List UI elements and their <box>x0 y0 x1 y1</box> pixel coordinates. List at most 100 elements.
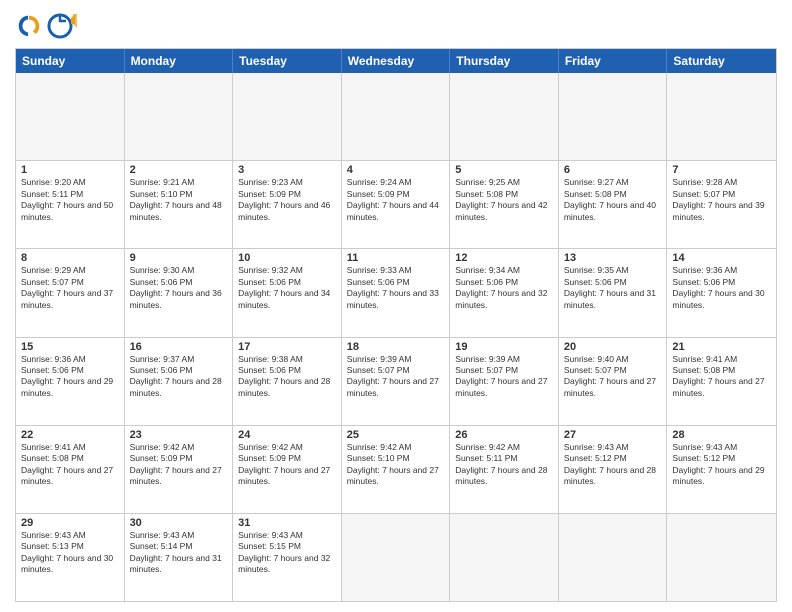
calendar: SundayMondayTuesdayWednesdayThursdayFrid… <box>15 48 777 602</box>
cell-info: Sunrise: 9:42 AMSunset: 5:10 PMDaylight:… <box>347 442 445 488</box>
calendar-cell: 3Sunrise: 9:23 AMSunset: 5:09 PMDaylight… <box>233 161 342 248</box>
calendar-row-0 <box>16 73 776 160</box>
calendar-cell <box>125 73 234 160</box>
logo-text-block <box>47 10 81 42</box>
cell-info: Sunrise: 9:33 AMSunset: 5:06 PMDaylight:… <box>347 265 445 311</box>
calendar-cell: 10Sunrise: 9:32 AMSunset: 5:06 PMDayligh… <box>233 249 342 336</box>
cell-info: Sunrise: 9:32 AMSunset: 5:06 PMDaylight:… <box>238 265 336 311</box>
day-number: 29 <box>21 517 119 529</box>
calendar-cell: 2Sunrise: 9:21 AMSunset: 5:10 PMDaylight… <box>125 161 234 248</box>
day-number: 18 <box>347 341 445 353</box>
cell-info: Sunrise: 9:25 AMSunset: 5:08 PMDaylight:… <box>455 177 553 223</box>
day-number: 3 <box>238 164 336 176</box>
calendar-cell: 25Sunrise: 9:42 AMSunset: 5:10 PMDayligh… <box>342 426 451 513</box>
day-number: 21 <box>672 341 771 353</box>
header-day-tuesday: Tuesday <box>233 49 342 73</box>
header <box>15 10 777 42</box>
cell-info: Sunrise: 9:36 AMSunset: 5:06 PMDaylight:… <box>21 354 119 400</box>
cell-info: Sunrise: 9:40 AMSunset: 5:07 PMDaylight:… <box>564 354 662 400</box>
cell-info: Sunrise: 9:37 AMSunset: 5:06 PMDaylight:… <box>130 354 228 400</box>
calendar-cell: 23Sunrise: 9:42 AMSunset: 5:09 PMDayligh… <box>125 426 234 513</box>
calendar-cell <box>342 514 451 601</box>
day-number: 2 <box>130 164 228 176</box>
calendar-cell <box>559 514 668 601</box>
calendar-cell: 16Sunrise: 9:37 AMSunset: 5:06 PMDayligh… <box>125 338 234 425</box>
page: SundayMondayTuesdayWednesdayThursdayFrid… <box>0 0 792 612</box>
cell-info: Sunrise: 9:21 AMSunset: 5:10 PMDaylight:… <box>130 177 228 223</box>
day-number: 24 <box>238 429 336 441</box>
calendar-row-2: 8Sunrise: 9:29 AMSunset: 5:07 PMDaylight… <box>16 248 776 336</box>
cell-info: Sunrise: 9:29 AMSunset: 5:07 PMDaylight:… <box>21 265 119 311</box>
calendar-cell: 4Sunrise: 9:24 AMSunset: 5:09 PMDaylight… <box>342 161 451 248</box>
cell-info: Sunrise: 9:28 AMSunset: 5:07 PMDaylight:… <box>672 177 771 223</box>
header-day-saturday: Saturday <box>667 49 776 73</box>
day-number: 8 <box>21 252 119 264</box>
header-day-sunday: Sunday <box>16 49 125 73</box>
calendar-cell: 8Sunrise: 9:29 AMSunset: 5:07 PMDaylight… <box>16 249 125 336</box>
day-number: 7 <box>672 164 771 176</box>
day-number: 13 <box>564 252 662 264</box>
cell-info: Sunrise: 9:36 AMSunset: 5:06 PMDaylight:… <box>672 265 771 311</box>
cell-info: Sunrise: 9:43 AMSunset: 5:13 PMDaylight:… <box>21 530 119 576</box>
calendar-cell <box>559 73 668 160</box>
day-number: 27 <box>564 429 662 441</box>
calendar-cell: 31Sunrise: 9:43 AMSunset: 5:15 PMDayligh… <box>233 514 342 601</box>
cell-info: Sunrise: 9:41 AMSunset: 5:08 PMDaylight:… <box>21 442 119 488</box>
day-number: 10 <box>238 252 336 264</box>
day-number: 9 <box>130 252 228 264</box>
calendar-row-1: 1Sunrise: 9:20 AMSunset: 5:11 PMDaylight… <box>16 160 776 248</box>
day-number: 15 <box>21 341 119 353</box>
calendar-cell <box>667 514 776 601</box>
calendar-cell <box>667 73 776 160</box>
header-day-thursday: Thursday <box>450 49 559 73</box>
calendar-cell: 11Sunrise: 9:33 AMSunset: 5:06 PMDayligh… <box>342 249 451 336</box>
calendar-body: 1Sunrise: 9:20 AMSunset: 5:11 PMDaylight… <box>16 73 776 601</box>
day-number: 28 <box>672 429 771 441</box>
calendar-cell: 21Sunrise: 9:41 AMSunset: 5:08 PMDayligh… <box>667 338 776 425</box>
calendar-cell: 13Sunrise: 9:35 AMSunset: 5:06 PMDayligh… <box>559 249 668 336</box>
day-number: 22 <box>21 429 119 441</box>
day-number: 12 <box>455 252 553 264</box>
day-number: 6 <box>564 164 662 176</box>
cell-info: Sunrise: 9:35 AMSunset: 5:06 PMDaylight:… <box>564 265 662 311</box>
day-number: 1 <box>21 164 119 176</box>
cell-info: Sunrise: 9:38 AMSunset: 5:06 PMDaylight:… <box>238 354 336 400</box>
cell-info: Sunrise: 9:41 AMSunset: 5:08 PMDaylight:… <box>672 354 771 400</box>
cell-info: Sunrise: 9:39 AMSunset: 5:07 PMDaylight:… <box>455 354 553 400</box>
calendar-cell <box>450 73 559 160</box>
calendar-header: SundayMondayTuesdayWednesdayThursdayFrid… <box>16 49 776 73</box>
calendar-cell: 22Sunrise: 9:41 AMSunset: 5:08 PMDayligh… <box>16 426 125 513</box>
day-number: 26 <box>455 429 553 441</box>
calendar-cell: 12Sunrise: 9:34 AMSunset: 5:06 PMDayligh… <box>450 249 559 336</box>
calendar-cell: 20Sunrise: 9:40 AMSunset: 5:07 PMDayligh… <box>559 338 668 425</box>
day-number: 4 <box>347 164 445 176</box>
calendar-cell: 9Sunrise: 9:30 AMSunset: 5:06 PMDaylight… <box>125 249 234 336</box>
calendar-row-5: 29Sunrise: 9:43 AMSunset: 5:13 PMDayligh… <box>16 513 776 601</box>
calendar-cell <box>342 73 451 160</box>
calendar-cell: 6Sunrise: 9:27 AMSunset: 5:08 PMDaylight… <box>559 161 668 248</box>
cell-info: Sunrise: 9:20 AMSunset: 5:11 PMDaylight:… <box>21 177 119 223</box>
cell-info: Sunrise: 9:43 AMSunset: 5:15 PMDaylight:… <box>238 530 336 576</box>
cell-info: Sunrise: 9:24 AMSunset: 5:09 PMDaylight:… <box>347 177 445 223</box>
calendar-cell: 15Sunrise: 9:36 AMSunset: 5:06 PMDayligh… <box>16 338 125 425</box>
calendar-cell: 7Sunrise: 9:28 AMSunset: 5:07 PMDaylight… <box>667 161 776 248</box>
day-number: 30 <box>130 517 228 529</box>
calendar-cell: 26Sunrise: 9:42 AMSunset: 5:11 PMDayligh… <box>450 426 559 513</box>
cell-info: Sunrise: 9:43 AMSunset: 5:12 PMDaylight:… <box>672 442 771 488</box>
calendar-cell: 17Sunrise: 9:38 AMSunset: 5:06 PMDayligh… <box>233 338 342 425</box>
calendar-cell <box>16 73 125 160</box>
day-number: 5 <box>455 164 553 176</box>
calendar-cell: 24Sunrise: 9:42 AMSunset: 5:09 PMDayligh… <box>233 426 342 513</box>
cell-info: Sunrise: 9:27 AMSunset: 5:08 PMDaylight:… <box>564 177 662 223</box>
calendar-cell: 18Sunrise: 9:39 AMSunset: 5:07 PMDayligh… <box>342 338 451 425</box>
header-day-monday: Monday <box>125 49 234 73</box>
header-day-wednesday: Wednesday <box>342 49 451 73</box>
calendar-cell: 28Sunrise: 9:43 AMSunset: 5:12 PMDayligh… <box>667 426 776 513</box>
day-number: 17 <box>238 341 336 353</box>
cell-info: Sunrise: 9:30 AMSunset: 5:06 PMDaylight:… <box>130 265 228 311</box>
cell-info: Sunrise: 9:42 AMSunset: 5:09 PMDaylight:… <box>238 442 336 488</box>
cell-info: Sunrise: 9:42 AMSunset: 5:11 PMDaylight:… <box>455 442 553 488</box>
day-number: 31 <box>238 517 336 529</box>
calendar-cell: 5Sunrise: 9:25 AMSunset: 5:08 PMDaylight… <box>450 161 559 248</box>
general-blue-logo-svg <box>47 10 79 42</box>
